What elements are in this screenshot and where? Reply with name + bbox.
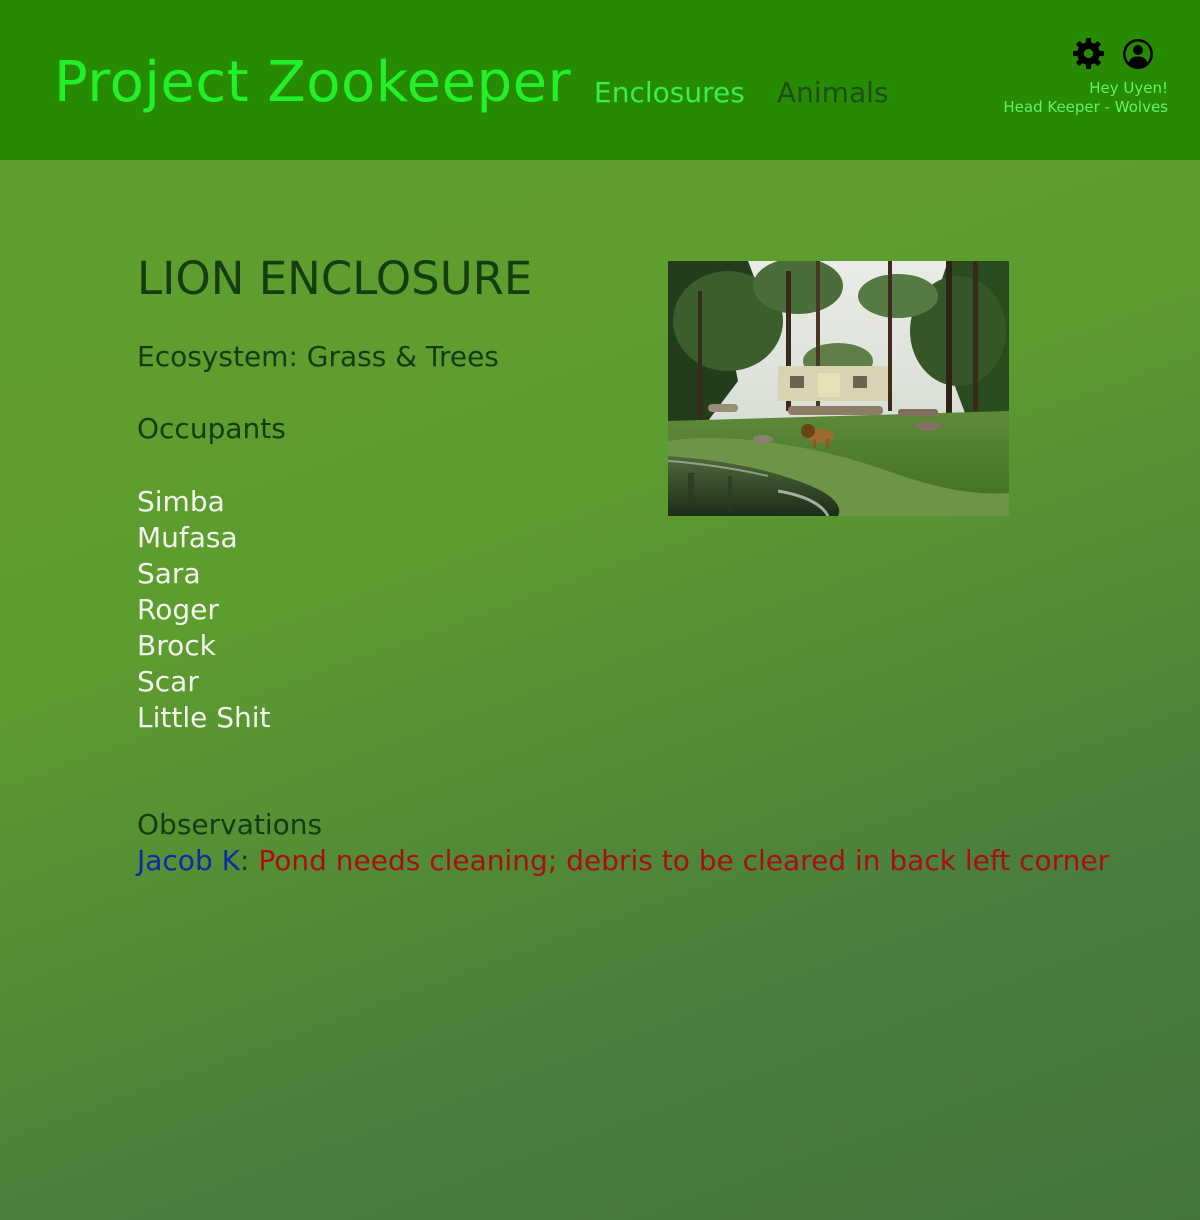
occupant-item[interactable]: Mufasa: [137, 520, 271, 556]
observation-separator: :: [239, 844, 250, 877]
occupant-list: Simba Mufasa Sara Roger Brock Scar Littl…: [137, 484, 271, 736]
app-title[interactable]: Project Zookeeper: [54, 48, 571, 118]
page-title: LION ENCLOSURE: [137, 252, 533, 305]
nav-animals[interactable]: Animals: [777, 76, 888, 110]
observation-author[interactable]: Jacob K: [137, 844, 240, 877]
occupant-item[interactable]: Scar: [137, 664, 271, 700]
user-role: Head Keeper - Wolves: [1003, 98, 1168, 116]
gear-icon[interactable]: [1072, 37, 1105, 70]
enclosure-photo: [668, 261, 1009, 516]
top-header: Project Zookeeper Enclosures Animals Hey…: [0, 0, 1200, 160]
user-avatar-icon[interactable]: [1122, 38, 1154, 70]
occupant-item[interactable]: Sara: [137, 556, 271, 592]
ecosystem-label: Ecosystem: Grass & Trees: [137, 340, 499, 373]
occupant-item[interactable]: Brock: [137, 628, 271, 664]
user-greeting: Hey Uyen!: [1089, 79, 1168, 97]
nav-enclosures[interactable]: Enclosures: [594, 76, 745, 110]
occupants-heading: Occupants: [137, 412, 286, 445]
occupant-item[interactable]: Little Shit: [137, 700, 271, 736]
occupant-item[interactable]: Simba: [137, 484, 271, 520]
observation-text: Pond needs cleaning; debris to be cleare…: [249, 844, 1110, 877]
occupant-item[interactable]: Roger: [137, 592, 271, 628]
observation-entry: Jacob K: Pond needs cleaning; debris to …: [137, 844, 1109, 878]
observations-heading: Observations: [137, 808, 323, 841]
